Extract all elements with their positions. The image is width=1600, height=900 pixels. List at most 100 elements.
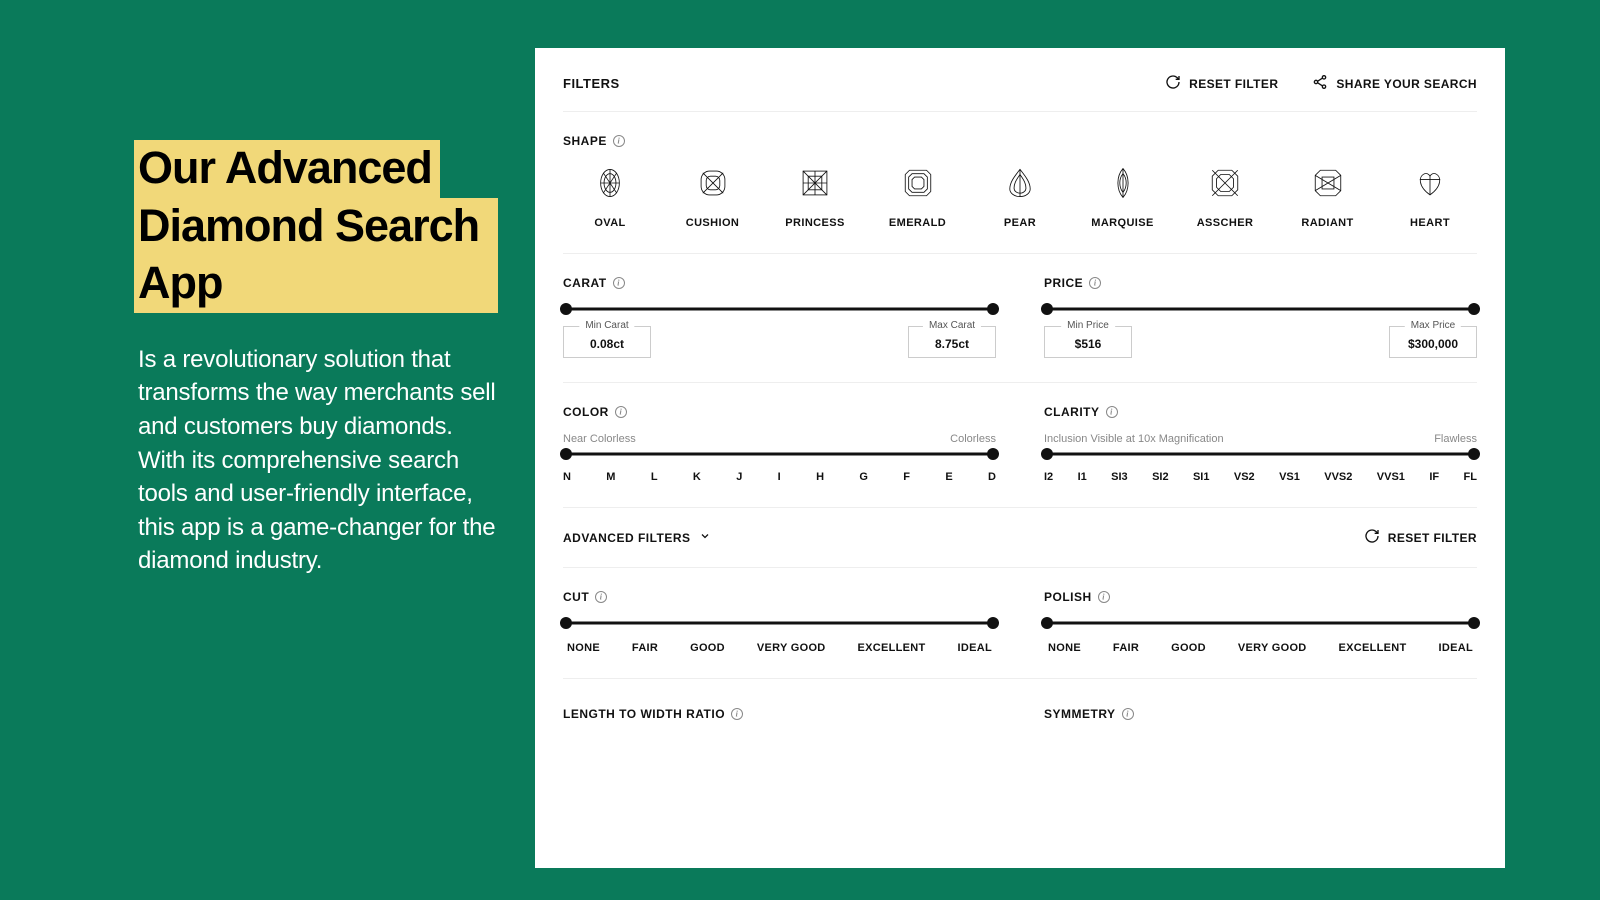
tick: VS2 — [1234, 471, 1255, 483]
tick: IDEAL — [957, 642, 992, 654]
promo-block: Our Advanced Diamond Search App Is a rev… — [138, 140, 498, 578]
tick: SI1 — [1193, 471, 1210, 483]
cut-slider[interactable] — [563, 618, 996, 628]
shape-title-row: SHAPE — [563, 134, 1477, 148]
carat-min-input[interactable]: Min Carat 0.08ct — [563, 326, 651, 358]
tick: M — [606, 471, 615, 483]
tick: N — [563, 471, 571, 483]
cut-section: CUT NONE FAIR GOOD VERY GOOD EXCELLENT I… — [563, 590, 996, 654]
shape-emerald[interactable]: EMERALD — [881, 166, 955, 229]
tick: I1 — [1078, 471, 1087, 483]
emerald-icon — [901, 166, 935, 205]
info-icon[interactable] — [613, 135, 625, 147]
color-section: COLOR Near Colorless Colorless N M L K J… — [563, 405, 996, 483]
clarity-slider[interactable] — [1044, 449, 1477, 459]
tick: GOOD — [1171, 642, 1206, 654]
carat-slider[interactable] — [563, 304, 996, 314]
tick: VERY GOOD — [1238, 642, 1307, 654]
share-search-button[interactable]: SHARE YOUR SEARCH — [1312, 74, 1477, 93]
info-icon[interactable] — [615, 406, 627, 418]
price-slider[interactable] — [1044, 304, 1477, 314]
price-max-input[interactable]: Max Price $300,000 — [1389, 326, 1477, 358]
ltw-section: LENGTH TO WIDTH RATIO — [563, 707, 996, 735]
oval-icon — [593, 166, 627, 205]
info-icon[interactable] — [613, 277, 625, 289]
info-icon[interactable] — [731, 708, 743, 720]
tick: IDEAL — [1438, 642, 1473, 654]
symmetry-section: SYMMETRY — [1044, 707, 1477, 735]
color-title: COLOR — [563, 405, 609, 419]
color-hint-right: Colorless — [950, 433, 996, 445]
radiant-icon — [1311, 166, 1345, 205]
tick: GOOD — [690, 642, 725, 654]
marquise-icon — [1106, 166, 1140, 205]
tick: D — [988, 471, 996, 483]
shape-radiant[interactable]: RADIANT — [1291, 166, 1365, 229]
price-min-label: Min Price — [1061, 320, 1115, 331]
tick: EXCELLENT — [857, 642, 925, 654]
cut-title: CUT — [563, 590, 589, 604]
shape-heart[interactable]: HEART — [1393, 166, 1467, 229]
tick: VVS1 — [1377, 471, 1405, 483]
heart-icon — [1413, 166, 1447, 205]
shape-cushion[interactable]: CUSHION — [676, 166, 750, 229]
color-hint-left: Near Colorless — [563, 433, 636, 445]
promo-body: Is a revolutionary solution that transfo… — [138, 343, 498, 578]
refresh-icon — [1165, 74, 1181, 93]
shape-oval[interactable]: OVAL — [573, 166, 647, 229]
info-icon[interactable] — [1089, 277, 1101, 289]
polish-slider[interactable] — [1044, 618, 1477, 628]
advanced-reset-label: RESET FILTER — [1388, 531, 1477, 545]
symmetry-title: SYMMETRY — [1044, 707, 1116, 721]
advanced-reset-filter-button[interactable]: RESET FILTER — [1364, 528, 1477, 547]
shape-asscher[interactable]: ASSCHER — [1188, 166, 1262, 229]
tick: SI2 — [1152, 471, 1169, 483]
tick: NONE — [567, 642, 600, 654]
advanced-filters-toggle[interactable]: ADVANCED FILTERS — [563, 530, 711, 545]
info-icon[interactable] — [1122, 708, 1134, 720]
tick: VS1 — [1279, 471, 1300, 483]
shape-pear[interactable]: PEAR — [983, 166, 1057, 229]
tick: F — [903, 471, 910, 483]
info-icon[interactable] — [1098, 591, 1110, 603]
advanced-filters-header: ADVANCED FILTERS RESET FILTER — [563, 508, 1477, 568]
color-clarity-row: COLOR Near Colorless Colorless N M L K J… — [563, 383, 1477, 508]
shape-label: HEART — [1410, 217, 1450, 229]
clarity-section: CLARITY Inclusion Visible at 10x Magnifi… — [1044, 405, 1477, 483]
filter-card: FILTERS RESET FILTER SHARE YOUR SEARCH S… — [535, 48, 1505, 868]
shape-label: ASSCHER — [1197, 217, 1254, 229]
reset-filter-button[interactable]: RESET FILTER — [1165, 74, 1278, 93]
tick: FL — [1463, 471, 1476, 483]
price-title: PRICE — [1044, 276, 1083, 290]
filters-header: FILTERS RESET FILTER SHARE YOUR SEARCH — [563, 74, 1477, 112]
tick: SI3 — [1111, 471, 1128, 483]
cut-polish-row: CUT NONE FAIR GOOD VERY GOOD EXCELLENT I… — [563, 568, 1477, 679]
ltw-title: LENGTH TO WIDTH RATIO — [563, 707, 725, 721]
carat-max-input[interactable]: Max Carat 8.75ct — [908, 326, 996, 358]
color-ticks: N M L K J I H G F E D — [563, 471, 996, 483]
info-icon[interactable] — [1106, 406, 1118, 418]
tick: I — [778, 471, 781, 483]
clarity-hint-right: Flawless — [1434, 433, 1477, 445]
shape-princess[interactable]: PRINCESS — [778, 166, 852, 229]
shape-marquise[interactable]: MARQUISE — [1086, 166, 1160, 229]
pear-icon — [1003, 166, 1037, 205]
shape-list: OVAL CUSHION PRINCESS EMERALD PEAR MARQU… — [563, 166, 1477, 254]
promo-title-line2: Diamond Search App — [134, 198, 498, 313]
color-slider[interactable] — [563, 449, 996, 459]
shape-label: PRINCESS — [785, 217, 844, 229]
info-icon[interactable] — [595, 591, 607, 603]
carat-price-row: CARAT Min Carat 0.08ct Max Carat 8.75ct … — [563, 254, 1477, 383]
polish-title: POLISH — [1044, 590, 1092, 604]
price-min-input[interactable]: Min Price $516 — [1044, 326, 1132, 358]
share-icon — [1312, 74, 1328, 93]
carat-section: CARAT Min Carat 0.08ct Max Carat 8.75ct — [563, 276, 996, 358]
carat-title: CARAT — [563, 276, 607, 290]
carat-min-value: 0.08ct — [590, 337, 624, 351]
tick: H — [816, 471, 824, 483]
tick: FAIR — [632, 642, 658, 654]
carat-min-label: Min Carat — [579, 320, 634, 331]
price-section: PRICE Min Price $516 Max Price $300,000 — [1044, 276, 1477, 358]
tick: K — [693, 471, 701, 483]
reset-filter-label: RESET FILTER — [1189, 77, 1278, 91]
